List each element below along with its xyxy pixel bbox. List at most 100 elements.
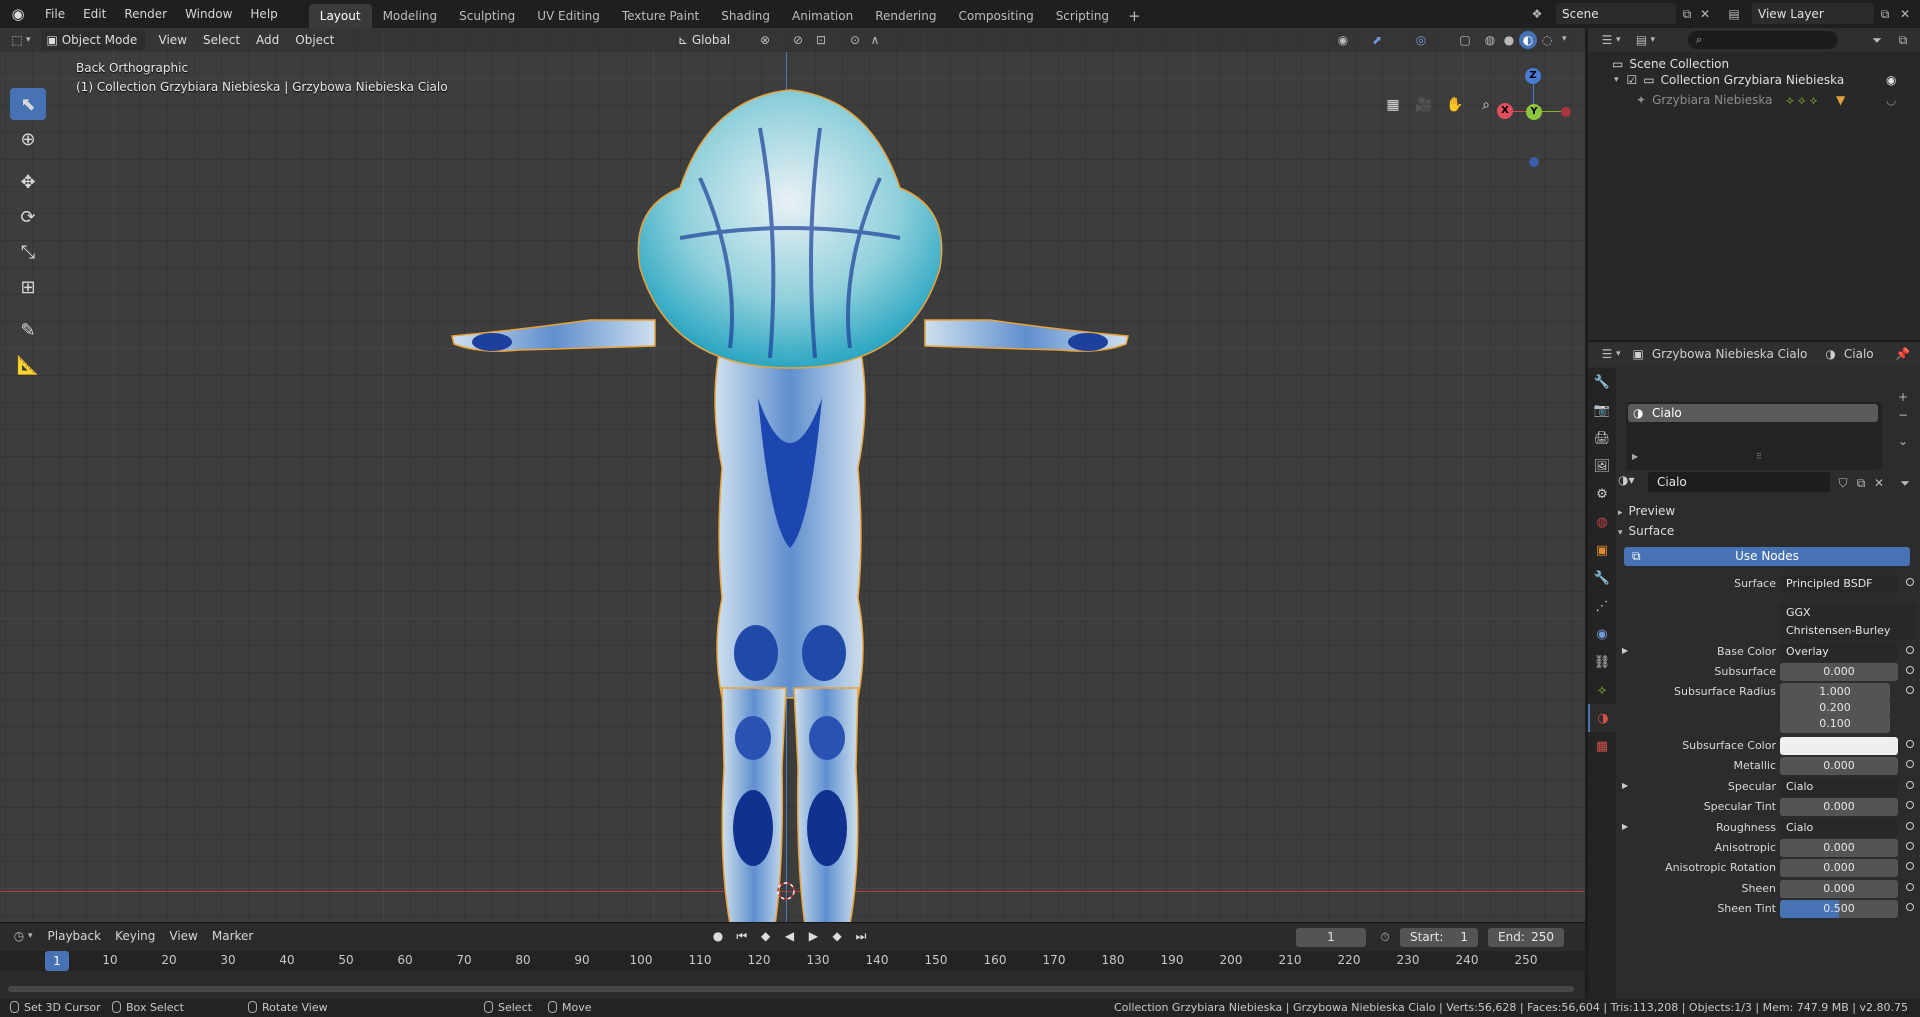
view-layer-selector[interactable]: View Layer — [1752, 3, 1874, 24]
sheen-field[interactable]: 0.000 — [1780, 880, 1898, 898]
socket-icon[interactable] — [1906, 842, 1914, 850]
timeline-scrollbar[interactable] — [8, 986, 1574, 992]
visibility-icon[interactable]: ◉ — [1334, 31, 1352, 49]
end-frame-field[interactable]: End: 250 — [1488, 928, 1564, 947]
output-tab-icon[interactable]: 🖨 — [1588, 424, 1616, 452]
pivot-icon[interactable]: ⊗ — [756, 31, 774, 49]
duplicate-material-icon[interactable]: ⧉ — [1852, 474, 1870, 492]
material-shading-icon[interactable]: ◐ — [1519, 31, 1537, 49]
menu-render[interactable]: Render — [115, 3, 176, 25]
snap-target-icon[interactable]: ⊡ — [812, 31, 830, 49]
delete-view-layer-icon[interactable]: ✕ — [1896, 5, 1914, 23]
menu-marker[interactable]: Marker — [205, 929, 260, 943]
physics-tab-icon[interactable]: ◉ — [1588, 620, 1616, 648]
proportional-edit-icon[interactable]: ⊙ — [846, 31, 864, 49]
3d-viewport[interactable]: ⬚ ▾ ▣ Object Mode View Select Add Object… — [0, 28, 1585, 922]
gizmo-neg-z[interactable] — [1529, 157, 1539, 167]
socket-icon[interactable] — [1906, 862, 1914, 870]
menu-window[interactable]: Window — [176, 3, 241, 25]
socket-icon[interactable] — [1906, 903, 1914, 911]
specular-texture-input[interactable]: Cialo grzy..eska_s.png — [1780, 778, 1898, 811]
character-model[interactable] — [440, 68, 1140, 922]
view-layer-tab-icon[interactable]: 🖼 — [1588, 452, 1616, 480]
menu-select[interactable]: Select — [197, 30, 246, 50]
socket-icon[interactable] — [1906, 578, 1914, 586]
eye-icon[interactable]: ◉ — [1886, 70, 1896, 90]
current-frame-field[interactable]: 1 — [1296, 928, 1366, 947]
surface-shader-selector[interactable]: Principled BSDF — [1780, 575, 1898, 593]
solid-shading-icon[interactable]: ● — [1500, 31, 1518, 49]
anisotropic-field[interactable]: 0.000 — [1780, 839, 1898, 857]
cursor-tool[interactable]: ⊕ — [10, 123, 46, 155]
tab-layout[interactable]: Layout — [308, 4, 372, 28]
modifier-tab-icon[interactable]: 🔧 — [1588, 564, 1616, 592]
add-workspace-button[interactable]: + — [1120, 4, 1149, 28]
play-reverse-icon[interactable]: ◀ — [779, 926, 799, 946]
mode-selector[interactable]: ▣ Object Mode — [40, 30, 145, 50]
tab-compositing[interactable]: Compositing — [947, 4, 1044, 28]
material-tab-icon[interactable]: ◑ — [1588, 704, 1616, 732]
tab-rendering[interactable]: Rendering — [864, 4, 947, 28]
display-mode-icon[interactable]: ▤ — [1633, 31, 1651, 49]
material-slot-list[interactable]: ◑ Cialo ▶ ⠿ — [1626, 402, 1882, 470]
pan-hand-icon[interactable]: ✋ — [1442, 92, 1468, 118]
tab-shading[interactable]: Shading — [710, 4, 781, 28]
subsurface-color-swatch[interactable] — [1780, 737, 1898, 755]
snap-icon[interactable]: ⊘ — [789, 31, 807, 49]
socket-icon[interactable] — [1906, 646, 1914, 654]
constraints-tab-icon[interactable]: ⛓ — [1588, 648, 1616, 676]
toggle-grid-icon[interactable]: ▦ — [1380, 92, 1406, 118]
clock-editor-icon[interactable]: ◷ — [10, 927, 28, 945]
chevron-down-icon[interactable]: ▾ — [1562, 34, 1567, 44]
particles-tab-icon[interactable]: ⋰ — [1588, 592, 1616, 620]
play-icon[interactable]: ▶ — [803, 926, 823, 946]
panel-preview[interactable]: ▸ Preview — [1618, 504, 1675, 518]
tab-animation[interactable]: Animation — [781, 4, 864, 28]
next-keyframe-icon[interactable]: ◆ — [827, 926, 847, 946]
outliner-editor-icon[interactable]: ☰ — [1598, 31, 1616, 49]
slot-specials-icon[interactable]: ⌄ — [1894, 432, 1912, 450]
socket-icon[interactable] — [1906, 822, 1914, 830]
subsurface-field[interactable]: 0.000 — [1780, 663, 1898, 681]
gizmo-y[interactable]: Y — [1526, 104, 1542, 120]
orientation-selector[interactable]: ⊾ Global — [672, 30, 750, 50]
xray-icon[interactable]: ▢ — [1456, 31, 1474, 49]
material-filter-icon[interactable]: ⏷ — [1896, 474, 1914, 492]
texture-tab-icon[interactable]: ▦ — [1588, 732, 1616, 760]
record-icon[interactable]: ● — [708, 926, 728, 946]
unlink-material-icon[interactable]: ✕ — [1870, 474, 1888, 492]
menu-help[interactable]: Help — [241, 3, 286, 25]
jump-start-icon[interactable]: ⏮ — [732, 926, 752, 946]
measure-tool[interactable]: 📐 — [10, 349, 46, 381]
outliner-search-input[interactable]: ⌕ — [1688, 31, 1838, 49]
gizmo-z[interactable]: Z — [1525, 68, 1541, 84]
jump-end-icon[interactable]: ⏭ — [851, 926, 871, 946]
tab-texture-paint[interactable]: Texture Paint — [611, 4, 710, 28]
gizmo-toggle-icon[interactable]: ⬈ — [1368, 31, 1386, 49]
3d-cursor[interactable] — [774, 879, 798, 903]
new-collection-icon[interactable]: ⧉ — [1894, 31, 1912, 49]
select-box-tool[interactable]: ⬉ — [10, 88, 46, 120]
overlay-toggle-icon[interactable]: ◎ — [1412, 31, 1430, 49]
tab-sculpting[interactable]: Sculpting — [448, 4, 526, 28]
rotate-tool[interactable]: ⟳ — [10, 201, 46, 233]
material-slot[interactable]: ◑ Cialo — [1628, 404, 1878, 422]
world-tab-icon[interactable]: ◍ — [1588, 508, 1616, 536]
falloff-icon[interactable]: ∧ — [866, 31, 884, 49]
panel-surface[interactable]: ▾ Surface — [1618, 524, 1674, 538]
scene-icon[interactable]: ❖ — [1528, 5, 1546, 23]
outliner-object-row[interactable]: ✦ Grzybiara Niebieska ⟡ ⟡ ⟡ ▼ ◡ — [1636, 90, 1916, 110]
checkbox-icon[interactable]: ☑ — [1627, 70, 1638, 90]
move-tool[interactable]: ✥ — [10, 166, 46, 198]
current-frame-marker[interactable]: 1 — [45, 951, 69, 971]
editor-type-icon[interactable]: ⬚ — [8, 31, 26, 49]
socket-icon[interactable] — [1906, 781, 1914, 789]
filter-icon[interactable]: ⏷ — [1868, 31, 1886, 49]
data-tab-icon[interactable]: ⟡ — [1588, 676, 1616, 704]
pin-icon[interactable]: 📌 — [1895, 347, 1910, 361]
gizmo-neg-x[interactable] — [1561, 107, 1571, 117]
prev-keyframe-icon[interactable]: ◆ — [756, 926, 776, 946]
resize-handle-icon[interactable]: ⠿ — [1756, 452, 1762, 461]
menu-file[interactable]: File — [36, 3, 74, 25]
menu-add[interactable]: Add — [250, 30, 285, 50]
